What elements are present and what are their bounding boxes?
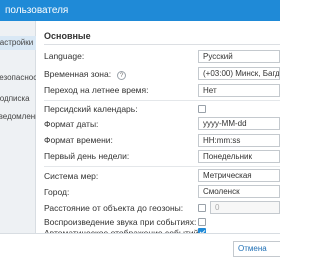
- sidebar-item-subscription[interactable]: Подписка: [0, 92, 36, 106]
- dst-label: Переход на летнее время:: [44, 85, 149, 95]
- settings-panel: Основные Language: Русский Временная зон…: [36, 21, 280, 238]
- date-format-label: Формат даты:: [44, 119, 99, 129]
- section-title: Основные: [44, 31, 91, 41]
- timezone-select[interactable]: (+03:00) Минск, Багда...: [198, 67, 280, 80]
- language-select[interactable]: Русский: [198, 50, 280, 63]
- settings-sidebar: Настройки Безопасность Подписка Уведомле…: [0, 21, 36, 233]
- sidebar-item-settings[interactable]: Настройки: [0, 36, 36, 50]
- timezone-label-text: Временная зона:: [44, 69, 112, 79]
- sidebar-item-security[interactable]: Безопасность: [0, 71, 36, 85]
- timezone-label: Временная зона:?: [44, 69, 127, 80]
- first-day-label: Первый день недели:: [44, 151, 130, 161]
- first-day-select[interactable]: Понедельник: [198, 150, 280, 163]
- time-format-input[interactable]: HH:mm:ss: [198, 134, 280, 147]
- cancel-button[interactable]: Отмена: [233, 241, 280, 257]
- geofence-distance-label: Расстояние от объекта до геозоны:: [44, 203, 184, 213]
- geofence-distance-checkbox[interactable]: [198, 204, 206, 212]
- question-circle-icon[interactable]: ?: [117, 71, 127, 80]
- time-format-label: Формат времени:: [44, 135, 113, 145]
- city-input[interactable]: Смоленск: [198, 185, 280, 198]
- city-label: Город:: [44, 187, 70, 197]
- sidebar-item-notifications[interactable]: Уведомления: [0, 110, 36, 124]
- dialog-title-bar: пользователя: [0, 0, 280, 21]
- row-divider: [44, 166, 280, 167]
- row-divider: [44, 100, 280, 101]
- date-format-input[interactable]: yyyy-MM-dd: [198, 117, 280, 130]
- dialog-footer: Отмена: [0, 233, 280, 265]
- event-sound-checkbox[interactable]: [198, 218, 206, 226]
- section-divider: [44, 44, 280, 45]
- measure-system-select[interactable]: Метрическая: [198, 169, 280, 182]
- event-sound-label: Воспроизведение звука при событиях:: [44, 217, 197, 227]
- measure-system-label: Система мер:: [44, 171, 99, 181]
- persian-calendar-checkbox[interactable]: [198, 105, 206, 113]
- language-label: Language:: [44, 51, 85, 61]
- dst-select[interactable]: Нет: [198, 84, 280, 97]
- persian-calendar-label: Персидский календарь:: [44, 104, 138, 114]
- dialog-title: пользователя: [5, 5, 69, 16]
- geofence-distance-input[interactable]: 0: [210, 201, 280, 214]
